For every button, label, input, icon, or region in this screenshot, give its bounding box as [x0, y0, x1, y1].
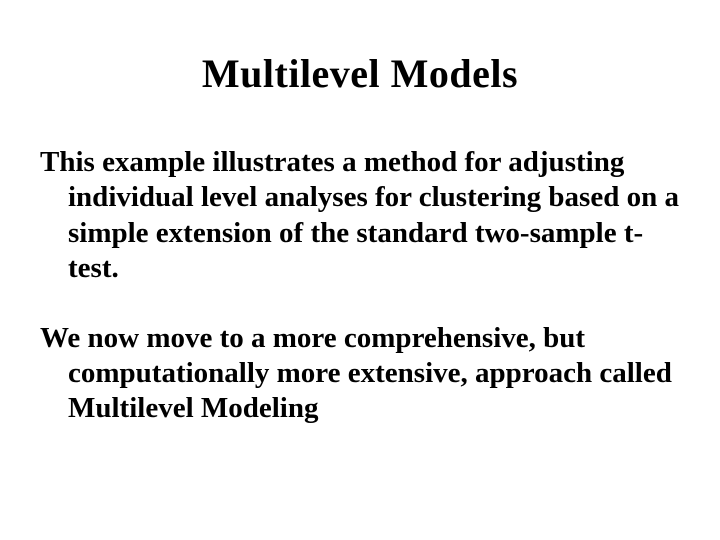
slide-body: This example illustrates a method for ad…	[40, 145, 680, 461]
paragraph-2: We now move to a more comprehensive, but…	[40, 321, 680, 427]
paragraph-1: This example illustrates a method for ad…	[40, 145, 680, 287]
slide-title: Multilevel Models	[40, 50, 680, 97]
slide-container: Multilevel Models This example illustrat…	[0, 0, 720, 540]
